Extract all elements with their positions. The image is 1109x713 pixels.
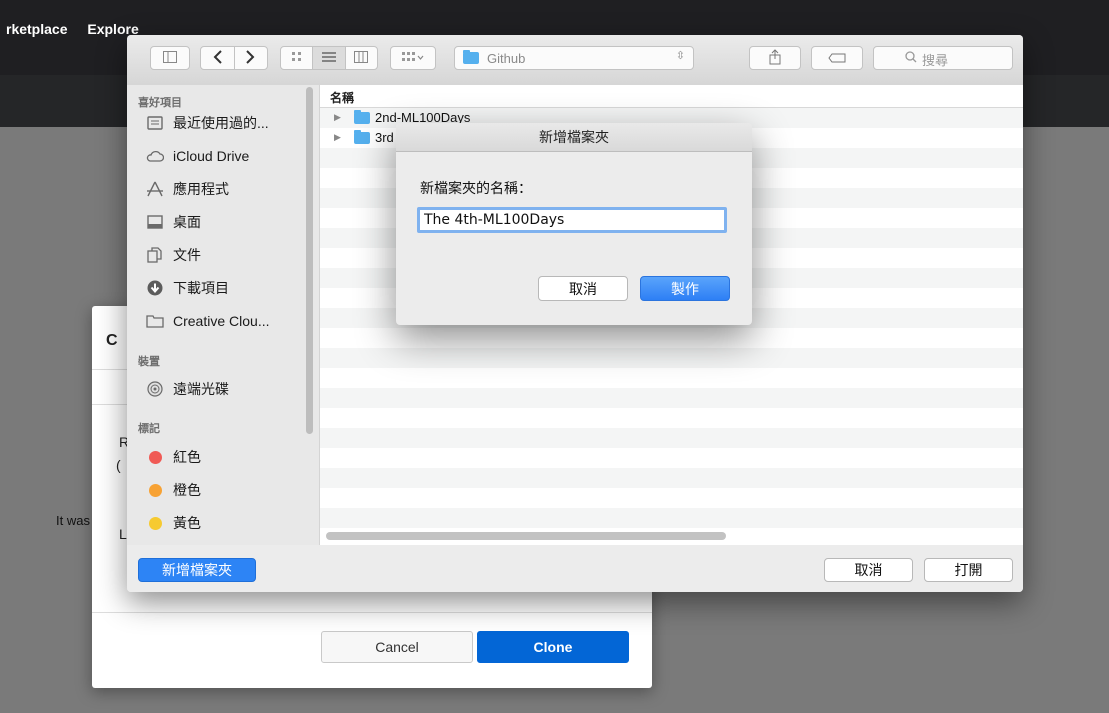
clone-field-hint: ( <box>116 457 121 473</box>
sidebar-toggle-button[interactable] <box>150 46 190 70</box>
path-popup-button[interactable]: Github ⇳ <box>454 46 694 70</box>
folder-icon <box>146 312 164 330</box>
horizontal-scrollbar[interactable] <box>326 532 726 540</box>
sidebar-item-icloud[interactable]: iCloud Drive <box>146 145 249 167</box>
folder-name-label: 新檔案夾的名稱： <box>420 180 532 196</box>
share-button[interactable] <box>749 46 801 70</box>
path-folder-label: Github <box>487 50 526 66</box>
column-header-label: 名稱 <box>330 91 355 105</box>
folder-icon <box>354 110 370 124</box>
sidebar-item-tag-orange[interactable]: 橙色 <box>146 479 201 501</box>
sidebar-scrollbar[interactable] <box>306 87 313 434</box>
cancel-button[interactable]: Cancel <box>321 631 473 663</box>
nav-marketplace-link[interactable]: rketplace <box>6 21 67 37</box>
file-name: 3rd <box>375 130 394 145</box>
recents-icon <box>146 114 164 132</box>
chevron-right-icon <box>246 49 255 67</box>
column-view-button[interactable] <box>346 47 377 69</box>
sheet-cancel-button[interactable]: 取消 <box>538 276 628 301</box>
list-view-button[interactable] <box>313 47 345 69</box>
search-placeholder: 搜尋 <box>922 53 949 68</box>
sidebar-item-tag-yellow[interactable]: 黃色 <box>146 512 201 534</box>
search-field[interactable]: 搜尋 <box>873 46 1013 70</box>
sidebar-item-recents[interactable]: 最近使用過的... <box>146 112 269 134</box>
updown-chevron-icon: ⇳ <box>675 50 685 62</box>
divider <box>92 612 652 613</box>
sidebar-item-label: 文件 <box>173 247 201 263</box>
columns-icon <box>354 50 369 66</box>
column-header-name[interactable]: 名稱 <box>320 85 1023 108</box>
applications-icon <box>146 180 164 198</box>
favorites-header: 喜好項目 <box>138 97 182 109</box>
sidebar-item-label: 黃色 <box>173 515 201 531</box>
sidebar-item-creative-cloud[interactable]: Creative Clou... <box>146 310 269 332</box>
create-button[interactable]: 製作 <box>640 276 730 301</box>
local-path-label: L <box>119 526 127 542</box>
list-icon <box>321 51 336 66</box>
back-button[interactable] <box>201 47 234 69</box>
clone-button[interactable]: Clone <box>477 631 629 663</box>
open-button[interactable]: 打開 <box>924 558 1013 582</box>
sidebar-item-documents[interactable]: 文件 <box>146 244 201 266</box>
finder-toolbar: Github ⇳ 搜尋 <box>127 35 1023 86</box>
panel-footer: 新增檔案夾 取消 打開 <box>127 545 1023 592</box>
sidebar-item-remote-disc[interactable]: 遠端光碟 <box>146 378 229 400</box>
sidebar-item-label: 紅色 <box>173 449 201 465</box>
sidebar-item-label: 桌面 <box>173 214 201 230</box>
forward-button[interactable] <box>235 47 268 69</box>
sidebar-item-label: 遠端光碟 <box>173 381 229 397</box>
sidebar-item-label: 應用程式 <box>173 181 229 197</box>
tags-button[interactable] <box>811 46 863 70</box>
sidebar-item-label: 最近使用過的... <box>173 115 269 131</box>
orange-tag-icon <box>146 481 164 499</box>
sidebar-item-label: 橙色 <box>173 482 201 498</box>
new-folder-button[interactable]: 新增檔案夾 <box>138 558 256 582</box>
cloud-icon <box>146 147 164 165</box>
folder-name-input[interactable] <box>417 207 727 233</box>
finder-sidebar: 喜好項目 最近使用過的... iCloud Drive 應用程式 桌面 文件 下… <box>127 85 319 592</box>
desktop-icon <box>146 213 164 231</box>
disclosure-triangle-icon[interactable]: ▶ <box>334 132 341 143</box>
sidebar-icon <box>163 50 177 66</box>
chevron-left-icon <box>213 49 222 67</box>
sidebar-item-label: 下載項目 <box>173 280 229 296</box>
documents-icon <box>146 246 164 264</box>
background-text: It was <box>56 513 90 528</box>
tag-icon <box>828 51 846 66</box>
search-icon <box>905 51 917 66</box>
folder-icon <box>354 130 370 144</box>
devices-header: 裝置 <box>138 356 160 368</box>
sidebar-item-label: iCloud Drive <box>173 148 250 164</box>
arrange-menu-button[interactable] <box>390 46 436 70</box>
sidebar-item-label: Creative Clou... <box>173 313 270 329</box>
tags-header: 標記 <box>138 423 160 435</box>
back-forward-control <box>200 46 268 70</box>
share-icon <box>769 48 781 68</box>
clone-dialog-title: C <box>106 332 118 349</box>
red-tag-icon <box>146 448 164 466</box>
folder-icon <box>463 50 479 64</box>
arrange-grid-icon <box>401 51 425 66</box>
sheet-title: 新增檔案夾 <box>396 123 752 152</box>
disclosure-triangle-icon[interactable]: ▶ <box>334 112 341 123</box>
grid-icon <box>291 51 303 66</box>
yellow-tag-icon <box>146 514 164 532</box>
sidebar-item-applications[interactable]: 應用程式 <box>146 178 229 200</box>
view-mode-control <box>280 46 378 70</box>
sidebar-item-desktop[interactable]: 桌面 <box>146 211 201 233</box>
sidebar-item-tag-red[interactable]: 紅色 <box>146 446 201 468</box>
downloads-icon <box>146 279 164 297</box>
cancel-button[interactable]: 取消 <box>824 558 913 582</box>
disc-icon <box>146 380 164 398</box>
new-folder-sheet: 新增檔案夾 新檔案夾的名稱： 取消 製作 <box>396 123 752 325</box>
icon-view-button[interactable] <box>281 47 312 69</box>
sidebar-item-downloads[interactable]: 下載項目 <box>146 277 229 299</box>
